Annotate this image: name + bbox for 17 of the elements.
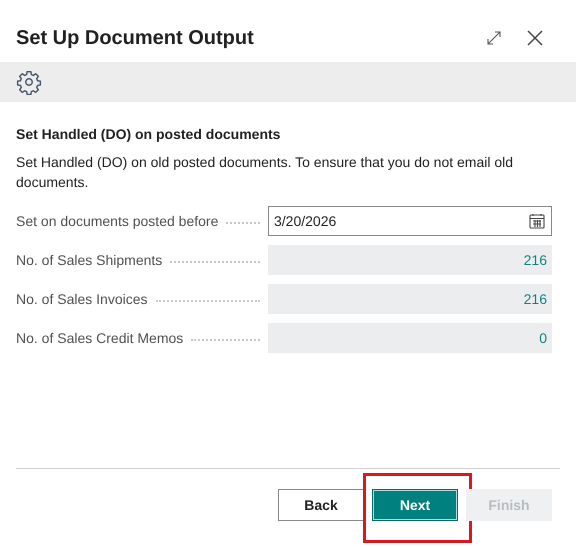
value-field: 0 <box>268 323 552 353</box>
expand-icon[interactable] <box>486 30 502 46</box>
window-title: Set Up Document Output <box>16 26 254 51</box>
field-label: No. of Sales Shipments <box>16 250 162 270</box>
value-field: 216 <box>268 284 552 314</box>
date-field[interactable]: 3/20/2026 <box>268 206 552 236</box>
field-label: No. of Sales Invoices <box>16 290 148 308</box>
calendar-icon[interactable] <box>528 212 546 230</box>
next-button[interactable]: Next <box>372 489 458 521</box>
wizard-button[interactable]: Back <box>278 489 364 521</box>
section-heading: Set Handled (DO) on posted documents <box>16 125 282 144</box>
field-label: Set on documents posted before <box>16 212 218 231</box>
section-description: Set Handled (DO) on old posted documents. To ensure that you do not email old documents. <box>16 153 514 192</box>
field-label: No. of Sales Credit Memos <box>16 328 184 348</box>
value-field: 216 <box>268 245 552 275</box>
close-icon[interactable] <box>526 29 544 47</box>
settings-icon[interactable] <box>16 69 42 95</box>
